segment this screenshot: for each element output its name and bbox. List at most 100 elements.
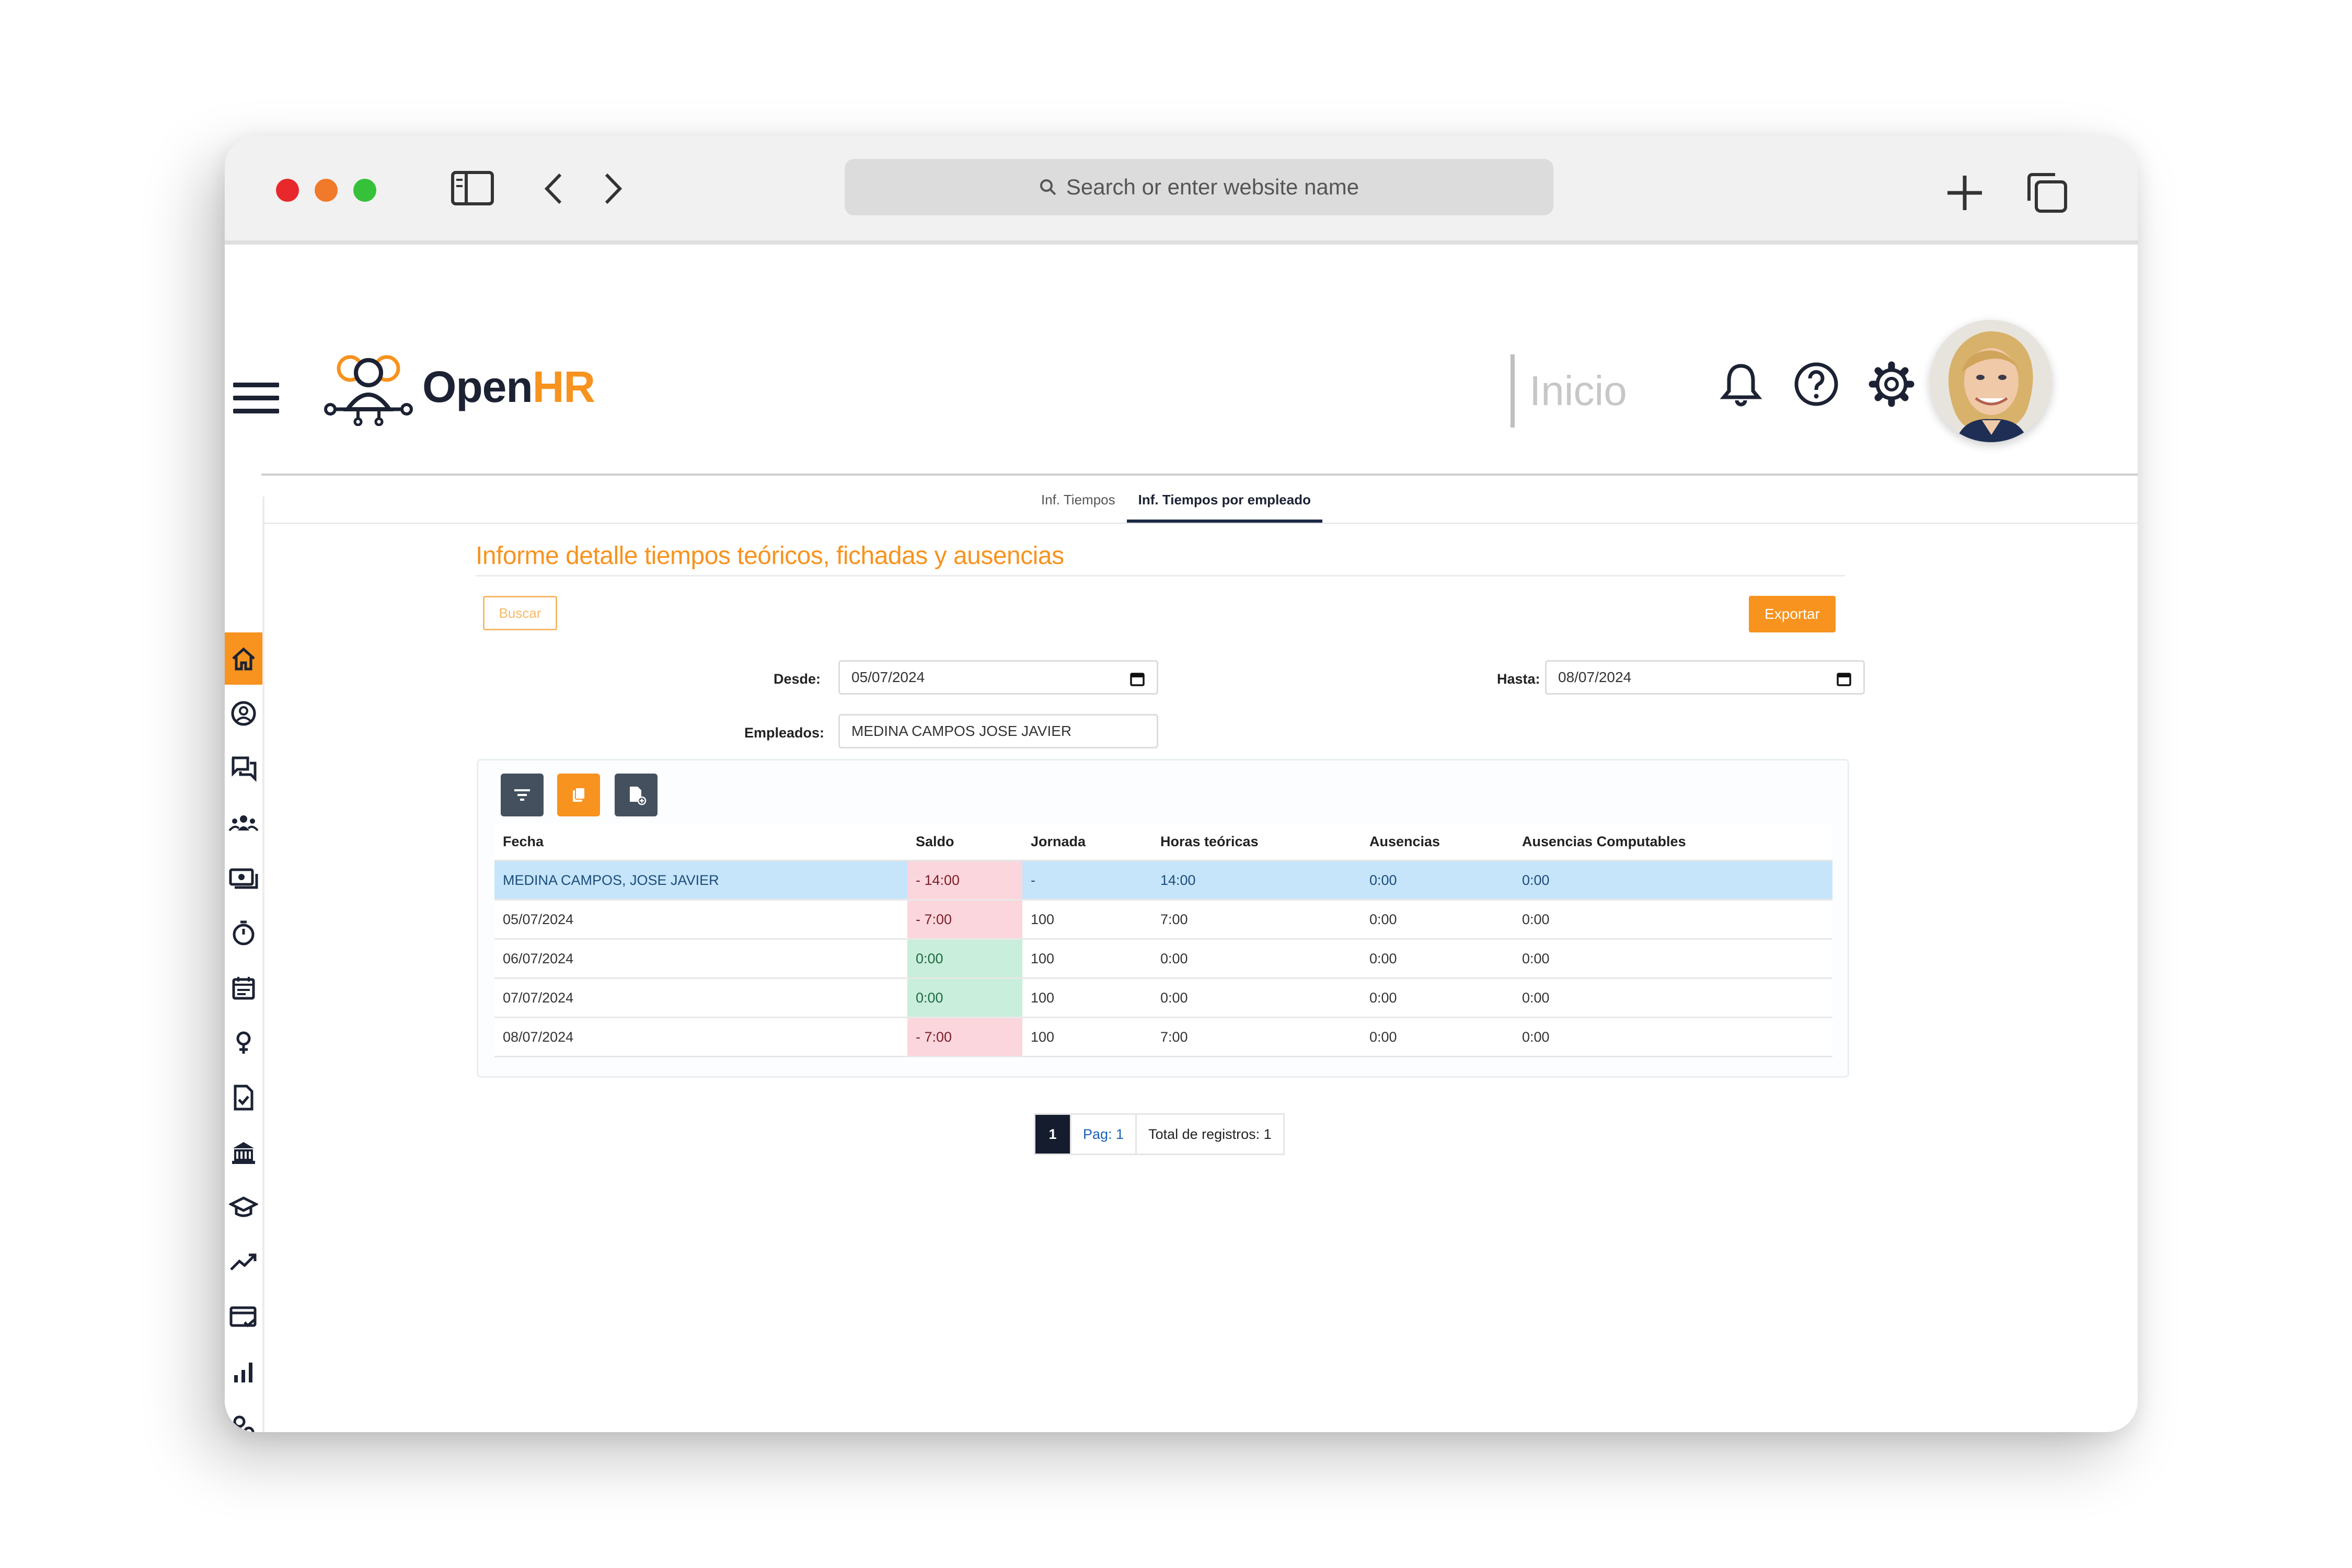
user-avatar-image	[1930, 320, 2052, 442]
card-check-icon	[229, 1306, 257, 1328]
cell-saldo: - 7:00	[907, 1017, 1022, 1057]
sidebar-item-recruitment[interactable]	[225, 1401, 262, 1432]
menu-toggle-button[interactable]	[233, 383, 279, 422]
page-indicator-link[interactable]: Pag: 1	[1070, 1115, 1135, 1154]
sidebar-item-home[interactable]	[225, 632, 262, 685]
sidebar-item-organization[interactable]	[225, 1126, 262, 1179]
cell-ausencias: 0:00	[1361, 1017, 1514, 1057]
sidebar-item-profile[interactable]	[225, 687, 262, 740]
cell-fecha: 07/07/2024	[494, 978, 907, 1018]
cell-computables: 0:00	[1514, 860, 1832, 901]
sidebar-item-messages[interactable]	[225, 742, 262, 794]
table-row[interactable]: 06/07/2024 0:00 100 0:00 0:00 0:00	[494, 939, 1832, 979]
help-icon[interactable]	[1793, 361, 1840, 408]
hasta-date-field[interactable]: 08/07/2024	[1545, 660, 1865, 695]
sidebar-item-equality[interactable]	[225, 1017, 262, 1069]
table-row[interactable]: 08/07/2024 - 7:00 100 7:00 0:00 0:00	[494, 1017, 1832, 1057]
report-tabs: Inf. Tiempos Inf. Tiempos por empleado	[1030, 481, 1322, 523]
logo-wordmark: OpenHR	[422, 362, 595, 411]
empleados-field[interactable]: MEDINA CAMPOS JOSE JAVIER	[838, 714, 1158, 748]
cell-fecha: 05/07/2024	[494, 900, 907, 940]
new-tab-icon[interactable]	[1944, 172, 1985, 213]
col-jornada[interactable]: Jornada	[1022, 823, 1152, 861]
col-ausencias[interactable]: Ausencias	[1361, 823, 1514, 861]
desde-value: 05/07/2024	[851, 669, 925, 685]
cell-ausencias: 0:00	[1361, 978, 1514, 1018]
document-check-icon	[234, 1085, 253, 1111]
tabs-overview-icon[interactable]	[2025, 170, 2069, 214]
table-row[interactable]: 05/07/2024 - 7:00 100 7:00 0:00 0:00	[494, 900, 1832, 940]
hasta-label: Hasta:	[1497, 671, 1540, 687]
browser-window: Search or enter website name OpenHR Inic…	[225, 136, 2138, 1432]
cell-horas: 14:00	[1152, 860, 1361, 901]
cell-fecha: 06/07/2024	[494, 939, 907, 979]
sidebar-item-payroll[interactable]	[225, 852, 262, 904]
user-search-icon	[232, 1415, 255, 1432]
user-avatar[interactable]	[1930, 320, 2052, 442]
document-add-icon	[630, 787, 647, 805]
empleados-label: Empleados:	[744, 725, 825, 741]
sidebar-item-calendar[interactable]	[225, 962, 262, 1014]
cell-saldo: 0:00	[907, 978, 1022, 1018]
filter-button[interactable]	[501, 774, 544, 816]
back-icon[interactable]	[541, 171, 564, 206]
browser-toolbar: Search or enter website name	[225, 136, 2138, 245]
employee-summary-row[interactable]: MEDINA CAMPOS, JOSE JAVIER - 14:00 - 14:…	[494, 860, 1832, 901]
tab-inf-tiempos[interactable]: Inf. Tiempos	[1030, 481, 1127, 523]
col-horas-teoricas[interactable]: Horas teóricas	[1152, 823, 1361, 861]
notifications-bell-icon[interactable]	[1717, 361, 1765, 408]
col-saldo[interactable]: Saldo	[907, 823, 1022, 861]
copy-button[interactable]	[557, 774, 600, 816]
cell-horas: 0:00	[1152, 978, 1361, 1018]
tab-inf-tiempos-por-empleado[interactable]: Inf. Tiempos por empleado	[1126, 481, 1322, 523]
chat-icon	[232, 756, 257, 782]
col-fecha[interactable]: Fecha	[494, 823, 907, 861]
sidebar-item-performance[interactable]	[225, 1236, 262, 1288]
calendar-icon	[232, 977, 255, 1000]
timer-icon	[233, 920, 255, 946]
cell-saldo: 0:00	[907, 939, 1022, 979]
cell-saldo: - 7:00	[907, 900, 1022, 940]
cell-ausencias: 0:00	[1361, 860, 1514, 901]
forward-icon[interactable]	[602, 171, 625, 206]
user-circle-icon	[231, 701, 256, 726]
address-placeholder: Search or enter website name	[1066, 175, 1359, 199]
graduation-icon	[229, 1196, 258, 1217]
team-icon	[228, 815, 259, 832]
close-window-button[interactable]	[276, 179, 299, 202]
filter-icon	[514, 789, 530, 801]
building-icon	[232, 1142, 255, 1164]
sidebar-nav	[225, 497, 264, 1432]
calendar-picker-icon[interactable]	[1129, 671, 1145, 687]
cell-horas: 0:00	[1152, 939, 1361, 979]
cell-jornada: 100	[1022, 939, 1152, 979]
buscar-button[interactable]: Buscar	[483, 596, 557, 630]
openhr-logo[interactable]: OpenHR	[319, 348, 595, 426]
cell-jornada: -	[1022, 860, 1152, 901]
sidebar-item-documents[interactable]	[225, 1071, 262, 1124]
sidebar-item-reports[interactable]	[225, 1346, 262, 1398]
address-bar[interactable]: Search or enter website name	[845, 159, 1553, 215]
sidebar-item-teams[interactable]	[225, 797, 262, 849]
exportar-button[interactable]: Exportar	[1749, 596, 1836, 632]
sidebar-item-expenses[interactable]	[225, 1291, 262, 1343]
sidebar-toggle-icon[interactable]	[451, 169, 494, 207]
maximize-window-button[interactable]	[353, 179, 376, 202]
col-ausencias-computables[interactable]: Ausencias Computables	[1514, 823, 1832, 861]
search-icon	[1040, 179, 1056, 195]
desde-date-field[interactable]: 05/07/2024	[838, 660, 1158, 695]
page-1-button[interactable]: 1	[1035, 1115, 1070, 1154]
header-divider	[261, 474, 2138, 476]
results-table: Fecha Saldo Jornada Horas teóricas Ausen…	[494, 823, 1832, 1057]
cell-computables: 0:00	[1514, 900, 1832, 940]
export-document-button[interactable]	[615, 774, 658, 816]
sidebar-item-time[interactable]	[225, 907, 262, 959]
calendar-picker-icon[interactable]	[1836, 671, 1852, 687]
table-row[interactable]: 07/07/2024 0:00 100 0:00 0:00 0:00	[494, 978, 1832, 1018]
copy-icon	[573, 787, 585, 802]
minimize-window-button[interactable]	[315, 179, 338, 202]
empleados-value: MEDINA CAMPOS JOSE JAVIER	[851, 723, 1072, 739]
settings-gear-icon[interactable]	[1868, 361, 1915, 408]
cell-computables: 0:00	[1514, 939, 1832, 979]
sidebar-item-training[interactable]	[225, 1181, 262, 1233]
